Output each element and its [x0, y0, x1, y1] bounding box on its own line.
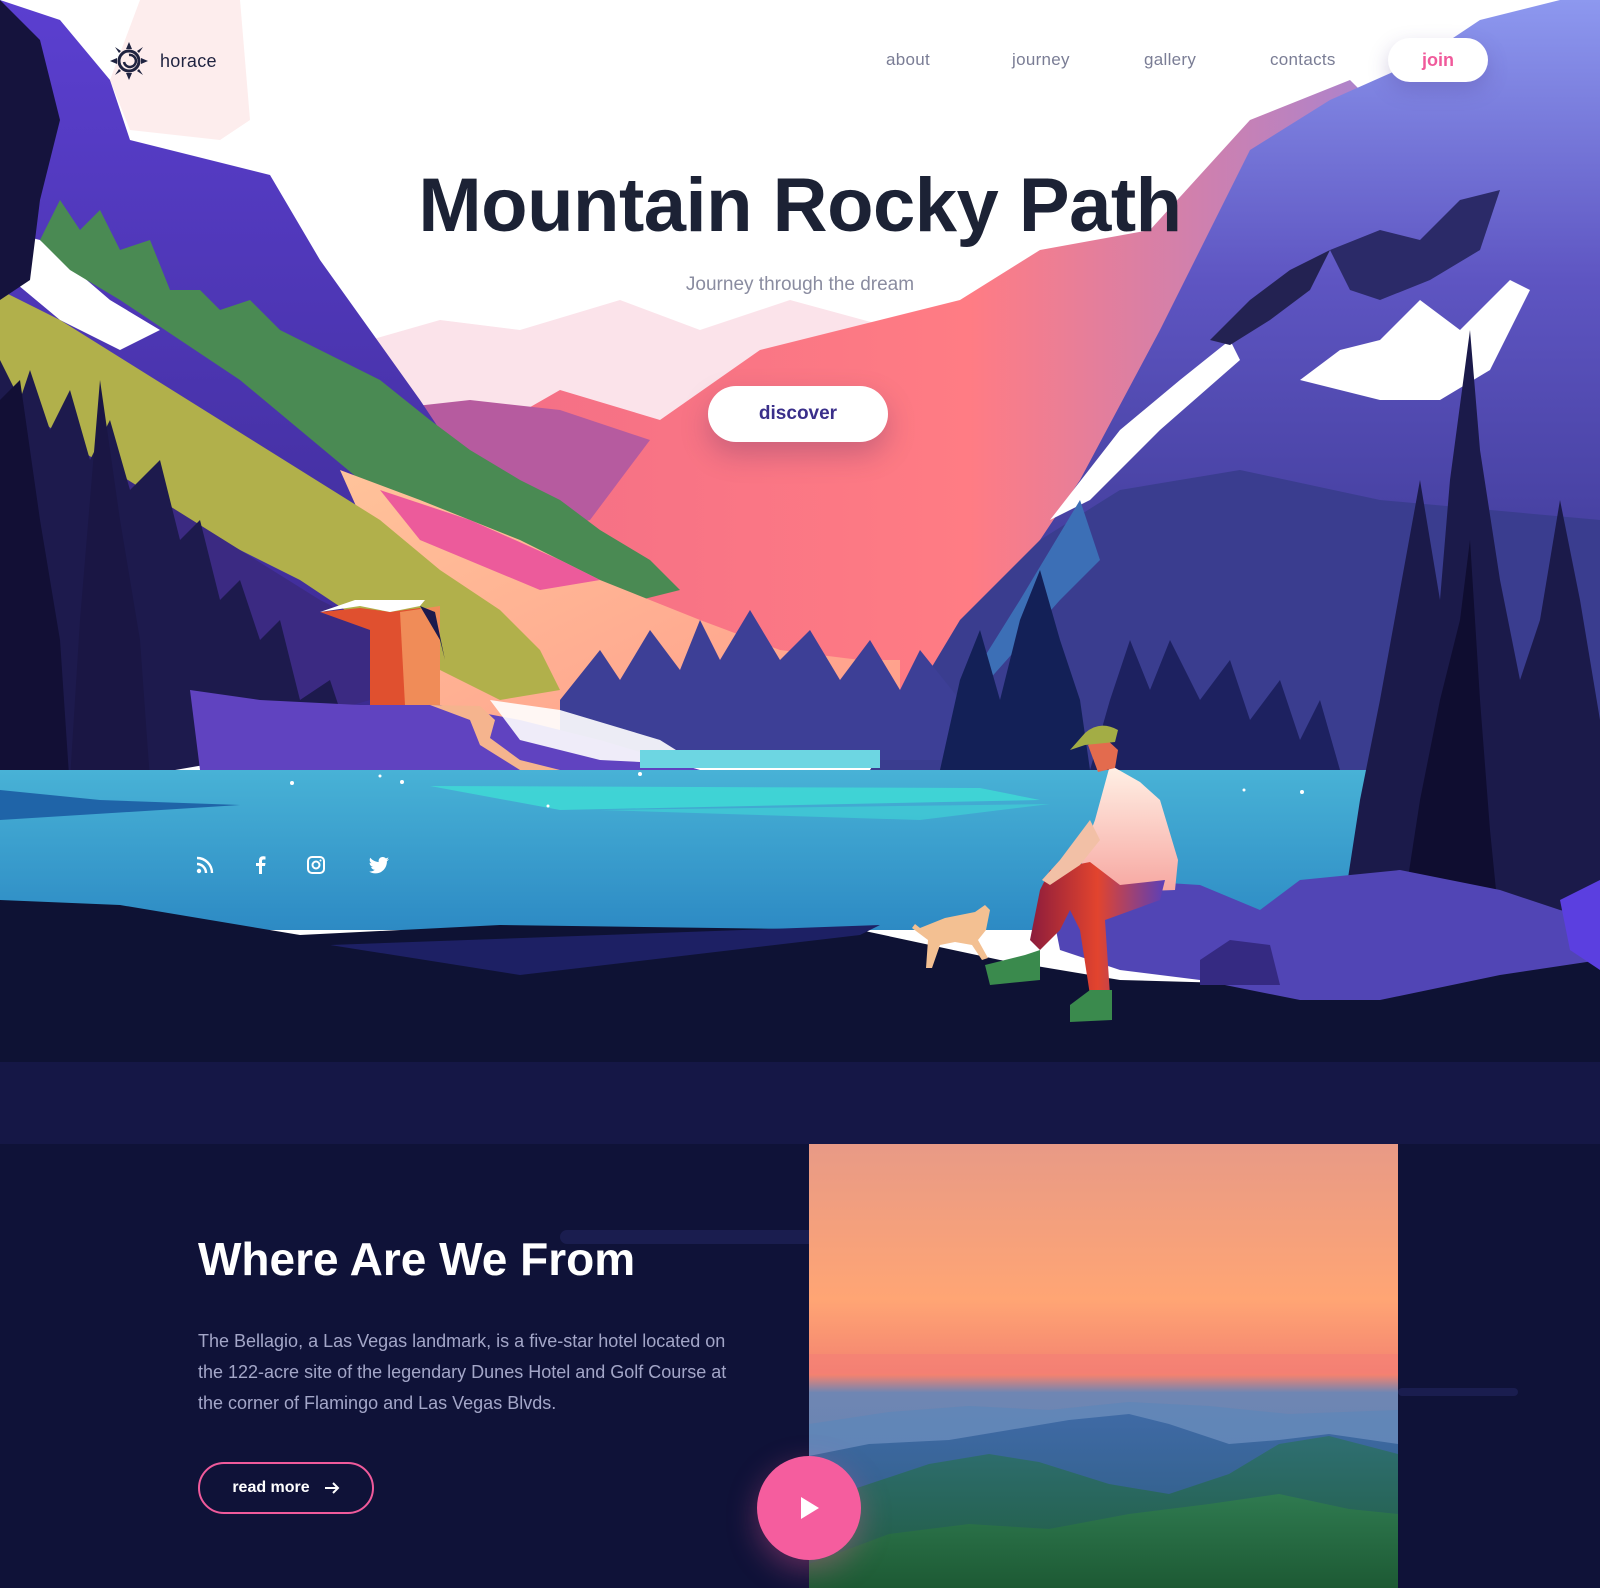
play-video-button[interactable]: [757, 1456, 861, 1560]
nav-item-about[interactable]: about: [886, 50, 930, 70]
about-title: Where Are We From: [198, 1233, 636, 1285]
landscape-photo: [809, 1144, 1398, 1588]
nav-item-contacts[interactable]: contacts: [1270, 50, 1336, 70]
read-more-label: read more: [232, 1479, 310, 1496]
read-more-button[interactable]: read more: [198, 1462, 374, 1514]
play-icon: [801, 1497, 819, 1519]
discover-button[interactable]: discover: [708, 386, 888, 442]
about-section: Where Are We From The Bellagio, a Las Ve…: [0, 1144, 1600, 1588]
hero-subtitle: Journey through the dream: [685, 274, 915, 295]
hero-section: horace about journey gallery contacts jo…: [0, 0, 1600, 1062]
twitter-icon[interactable]: [367, 853, 391, 877]
join-button[interactable]: join: [1388, 38, 1488, 82]
facebook-icon[interactable]: [248, 853, 272, 877]
nav-item-journey[interactable]: journey: [1012, 50, 1070, 70]
mountain-landscape-illustration: [0, 0, 1600, 1062]
about-description: The Bellagio, a Las Vegas landmark, is a…: [198, 1331, 727, 1413]
main-nav: about journey gallery contacts: [0, 50, 1600, 74]
hero-title: Mountain Rocky Path: [418, 163, 1182, 248]
rss-icon[interactable]: [193, 853, 217, 877]
instagram-icon[interactable]: [304, 853, 328, 877]
section-divider-band: [0, 1062, 1600, 1144]
arrow-right-icon: [324, 1482, 340, 1494]
decor-streak: [1398, 1388, 1518, 1396]
nav-item-gallery[interactable]: gallery: [1144, 50, 1196, 70]
